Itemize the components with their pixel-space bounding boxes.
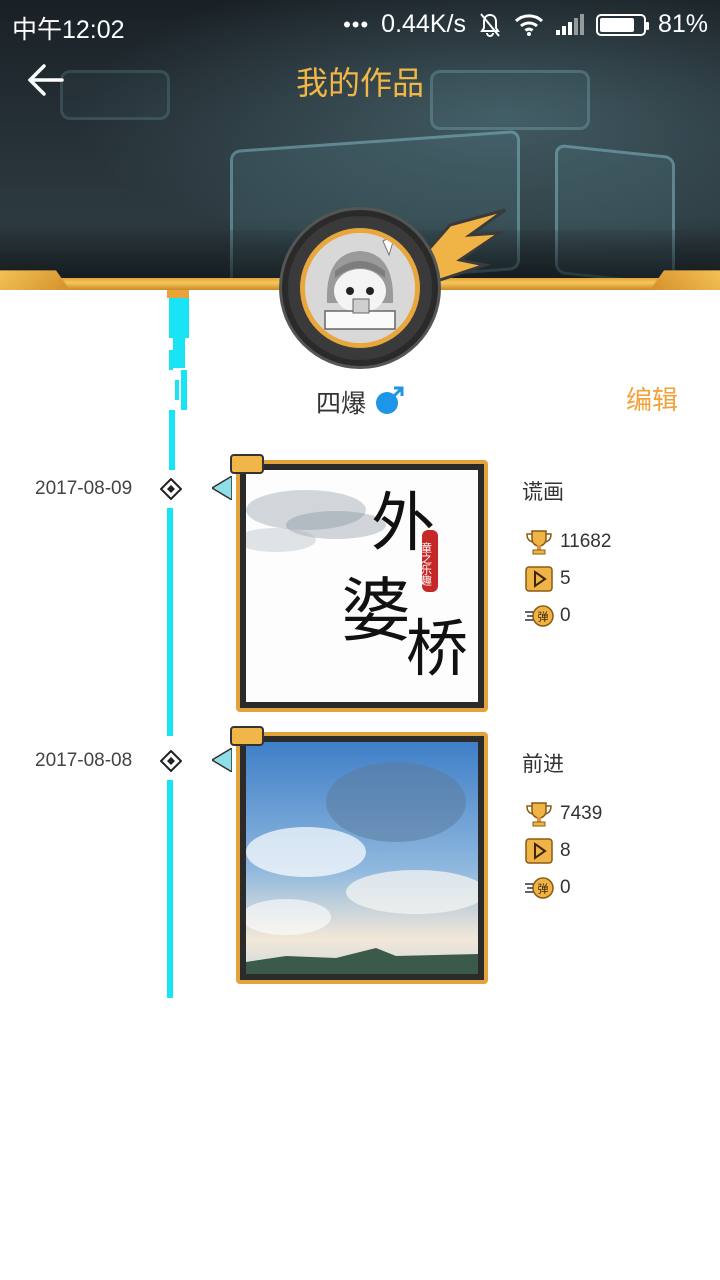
signal-icon <box>555 13 584 35</box>
danmaku-stat: 弹 0 <box>524 601 571 631</box>
timeline-node-icon <box>160 478 182 500</box>
avatar-drawing <box>305 233 415 343</box>
trophy-stat: 11682 <box>524 527 611 557</box>
male-gender-icon <box>376 386 404 414</box>
work-title: 前进 <box>522 752 564 776</box>
work-title: 谎画 <box>522 480 564 504</box>
work-date: 2017-08-09 <box>35 478 133 499</box>
play-count: 5 <box>560 568 571 589</box>
network-speed: 0.44K/s <box>381 10 466 38</box>
wifi-icon <box>514 13 543 36</box>
avatar[interactable] <box>282 210 438 366</box>
trophy-count: 11682 <box>560 531 612 552</box>
cover-sky-photo <box>246 742 478 974</box>
work-cover: 外 婆 桥 童之乐趣 <box>246 470 478 702</box>
play-count: 8 <box>560 840 571 861</box>
work-cover-frame <box>236 732 488 984</box>
trophy-icon <box>526 530 552 555</box>
work-date: 2017-08-08 <box>35 750 133 771</box>
card-notch-icon <box>212 476 232 500</box>
danmaku-count: 0 <box>560 877 571 898</box>
battery-icon <box>595 13 649 36</box>
mute-bell-icon <box>480 12 500 37</box>
status-time: 中午12:02 <box>12 16 125 44</box>
work-cover <box>246 742 478 974</box>
play-icon <box>525 838 553 864</box>
timeline-line <box>167 780 173 998</box>
battery-level <box>599 17 634 32</box>
trophy-stat: 7439 <box>524 799 602 829</box>
page-title: 我的作品 <box>295 64 424 102</box>
card-notch-icon <box>212 748 232 772</box>
timeline-line <box>167 508 173 736</box>
user-name: 四爆 <box>316 389 367 418</box>
danmaku-stat: 弹 0 <box>524 873 571 903</box>
danmaku-count: 0 <box>560 605 571 626</box>
card-corner-ornament <box>230 726 264 746</box>
more-dots-icon: ••• <box>343 11 370 37</box>
battery-percent: 81% <box>657 10 708 38</box>
work-cover-frame: 外 婆 桥 童之乐趣 <box>236 460 488 712</box>
play-stat: 5 <box>524 564 571 594</box>
trophy-icon <box>526 802 552 827</box>
timeline-node-icon <box>160 750 182 772</box>
work-card[interactable]: 外 婆 桥 童之乐趣 <box>212 454 488 712</box>
cover-char: 婆 <box>341 570 411 652</box>
trophy-count: 7439 <box>560 803 603 824</box>
danmaku-icon: 弹 <box>525 877 554 899</box>
play-stat: 8 <box>524 836 571 866</box>
danmaku-icon: 弹 <box>525 605 554 627</box>
edit-button[interactable]: 编辑 <box>626 380 678 417</box>
svg-text:弹: 弹 <box>538 610 549 624</box>
cover-ink-art: 外 婆 桥 童之乐趣 <box>246 470 478 702</box>
card-corner-ornament <box>230 454 264 474</box>
avatar-image <box>300 228 420 348</box>
status-bar: 中午12:02 ••• 0.44K/s 81% <box>0 0 720 50</box>
timeline-glitch-top <box>167 290 189 470</box>
status-right: ••• 0.44K/s 81% <box>343 10 708 39</box>
svg-text:弹: 弹 <box>538 882 549 896</box>
play-icon <box>525 566 553 592</box>
cover-char: 桥 <box>406 612 468 685</box>
work-card[interactable] <box>212 726 488 984</box>
cover-seal-text: 童之乐趣 <box>420 541 433 587</box>
